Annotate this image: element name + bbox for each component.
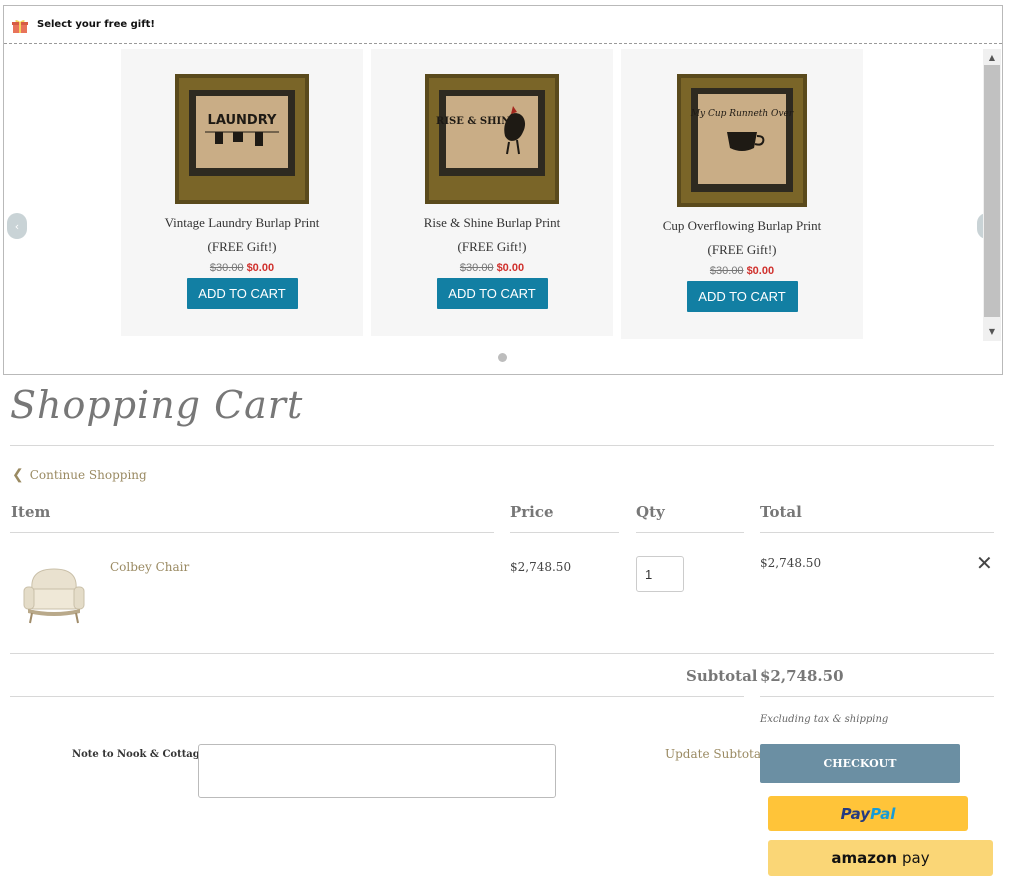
gift-price: $30.00 $0.00 (371, 262, 613, 274)
column-header-price: Price (510, 503, 554, 521)
cart-item-price: $2,748.50 (510, 560, 572, 574)
add-to-cart-button[interactable]: ADD TO CART (186, 278, 298, 309)
quantity-input[interactable] (636, 556, 684, 592)
original-price: $30.00 (459, 262, 494, 274)
gift-free-label: (FREE Gift!) (707, 242, 777, 257)
cart-item-total: $2,748.50 (760, 556, 822, 570)
divider (10, 445, 994, 446)
gift-header: Select your free gift! (4, 6, 1002, 44)
sale-price: $0.00 (746, 265, 775, 277)
scroll-down-icon[interactable]: ▼ (983, 325, 1001, 339)
rise-shine-print-image[interactable]: RISE & SHINE (425, 74, 559, 204)
column-header-total: Total (760, 503, 802, 521)
close-icon[interactable]: ✕ (976, 551, 993, 575)
amazon-pay-text: pay (902, 849, 930, 867)
vertical-scrollbar[interactable]: ▲ ▼ (983, 49, 1001, 341)
add-to-cart-button[interactable]: ADD TO CART (436, 278, 548, 309)
page-title: Shopping Cart (10, 383, 304, 427)
subtotal-label: Subtotal (686, 667, 758, 685)
tax-note: Excluding tax & shipping (760, 714, 889, 725)
column-header-qty: Qty (636, 503, 665, 521)
gift-product-name[interactable]: Vintage Laundry Burlap Print (121, 215, 363, 231)
svg-text:My Cup Runneth Over: My Cup Runneth Over (690, 109, 794, 119)
amazon-pay-button[interactable]: amazon pay (768, 840, 993, 876)
continue-shopping-link[interactable]: ❮ Continue Shopping (12, 467, 147, 483)
laundry-print-image[interactable]: LAUNDRY (175, 74, 309, 204)
carousel-dot[interactable] (498, 353, 507, 362)
divider (10, 653, 994, 654)
checkout-button[interactable]: CHECKOUT (760, 744, 960, 783)
original-price: $30.00 (209, 262, 244, 274)
cup-overflowing-print-image[interactable]: My Cup Runneth Over (677, 74, 807, 207)
divider (760, 532, 994, 533)
order-note-textarea[interactable] (198, 744, 556, 798)
scrollbar-thumb[interactable] (984, 65, 1000, 317)
gift-card: RISE & SHINE Rise & Shine Burlap Print (… (371, 49, 613, 336)
scroll-up-icon[interactable]: ▲ (983, 51, 1001, 65)
gift-icon (12, 18, 28, 33)
svg-text:LAUNDRY: LAUNDRY (208, 113, 277, 128)
gift-free-label: (FREE Gift!) (207, 239, 277, 254)
update-subtotal-link[interactable]: Update Subtotal (665, 747, 765, 761)
paypal-button[interactable]: Pay Pal (768, 796, 968, 831)
subtotal-value: $2,748.50 (760, 667, 844, 685)
gift-product-name[interactable]: Cup Overflowing Burlap Print (621, 218, 863, 234)
gift-price: $30.00 $0.00 (621, 265, 863, 277)
divider (10, 532, 494, 533)
add-to-cart-button[interactable]: ADD TO CART (686, 281, 798, 312)
gift-price: $30.00 $0.00 (121, 262, 363, 274)
original-price: $30.00 (709, 265, 744, 277)
chevron-left-icon: ❮ (12, 467, 24, 483)
gift-product-name[interactable]: Rise & Shine Burlap Print (371, 215, 613, 231)
amazon-logo-text: amazon (831, 849, 897, 867)
gift-card: My Cup Runneth Over Cup Overflowing Burl… (621, 49, 863, 339)
divider (636, 532, 744, 533)
free-gift-panel: Select your free gift! ‹ › LAUNDRY Vinta… (3, 5, 1003, 375)
note-label: Note to Nook & Cottage: (72, 749, 210, 760)
divider (10, 696, 744, 697)
carousel-prev-button[interactable]: ‹ (7, 213, 27, 239)
divider (510, 532, 619, 533)
cart-item-name[interactable]: Colbey Chair (110, 560, 189, 574)
product-thumbnail[interactable] (22, 565, 86, 627)
divider (760, 696, 994, 697)
continue-shopping-label: Continue Shopping (29, 468, 147, 482)
column-header-item: Item (11, 503, 51, 521)
paypal-logo-part: Pal (870, 804, 896, 823)
gift-free-label: (FREE Gift!) (457, 239, 527, 254)
gift-card: LAUNDRY Vintage Laundry Burlap Print (FR… (121, 49, 363, 336)
sale-price: $0.00 (496, 262, 525, 274)
paypal-logo-part: Pay (840, 804, 871, 823)
gift-title: Select your free gift! (37, 19, 155, 30)
sale-price: $0.00 (246, 262, 275, 274)
